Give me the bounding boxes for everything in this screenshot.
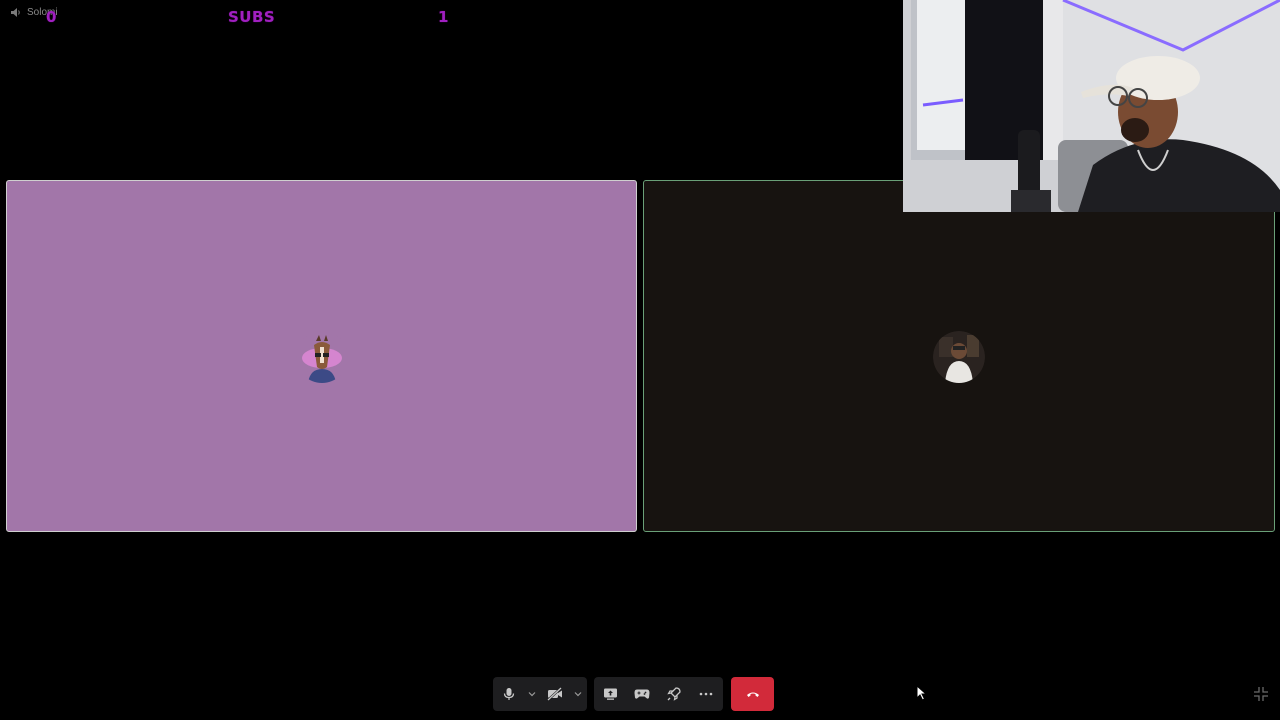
hang-up-icon bbox=[746, 685, 760, 703]
gamepad-icon bbox=[634, 688, 650, 700]
activities-button[interactable] bbox=[626, 677, 658, 711]
call-toolbar bbox=[0, 677, 1280, 711]
screen-share-icon bbox=[603, 687, 618, 701]
video-tile-participant-right[interactable] bbox=[643, 180, 1275, 532]
disconnect-button[interactable] bbox=[731, 677, 774, 711]
overlay-subs-label: SUBS bbox=[228, 8, 276, 26]
person-avatar[interactable] bbox=[933, 331, 985, 383]
activity-controls bbox=[594, 677, 723, 711]
overlay-count-left: 0 bbox=[46, 8, 57, 26]
overlay-count-right: 1 bbox=[438, 8, 449, 26]
webcam-feed bbox=[903, 0, 1280, 212]
mouse-cursor-icon bbox=[916, 684, 928, 701]
microphone-icon bbox=[503, 687, 515, 701]
more-options-button[interactable] bbox=[690, 677, 722, 711]
camera-button[interactable] bbox=[539, 677, 571, 711]
video-tile-participant-left[interactable] bbox=[6, 180, 637, 532]
rocket-icon bbox=[667, 687, 681, 701]
more-icon bbox=[699, 692, 713, 696]
media-controls bbox=[493, 677, 587, 711]
microphone-options-button[interactable] bbox=[525, 677, 539, 711]
camera-off-icon bbox=[547, 687, 563, 701]
microphone-button[interactable] bbox=[493, 677, 525, 711]
chevron-down-icon bbox=[574, 691, 582, 697]
camera-options-button[interactable] bbox=[571, 677, 585, 711]
call-stage: Solomi 0 SUBS 1 bbox=[0, 0, 1280, 720]
screen-share-button[interactable] bbox=[594, 677, 626, 711]
chevron-down-icon bbox=[528, 691, 536, 697]
exit-fullscreen-icon bbox=[1253, 687, 1269, 706]
speaker-icon bbox=[10, 7, 22, 18]
exit-fullscreen-button[interactable] bbox=[1253, 686, 1269, 702]
soundboard-button[interactable] bbox=[658, 677, 690, 711]
webcam-overlay bbox=[903, 0, 1280, 212]
horse-avatar[interactable] bbox=[296, 331, 348, 383]
